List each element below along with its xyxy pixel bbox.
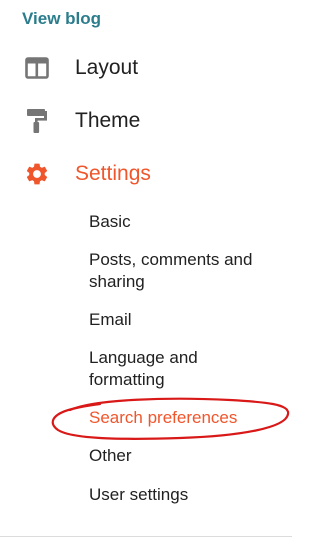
submenu-item-email[interactable]: Email xyxy=(89,309,132,331)
divider xyxy=(0,536,292,537)
submenu-item-label-line1: Posts, comments and xyxy=(89,250,253,269)
nav-item-settings[interactable]: Settings xyxy=(0,154,292,194)
submenu-item-posts-comments-sharing[interactable]: Posts, comments and sharing xyxy=(89,249,252,293)
view-blog-link[interactable]: View blog xyxy=(22,9,101,29)
submenu-item-basic[interactable]: Basic xyxy=(89,211,131,233)
gear-icon xyxy=(24,161,50,187)
submenu-item-language-formatting[interactable]: Language and formatting xyxy=(89,347,198,391)
submenu-item-label-line1: Language and xyxy=(89,348,198,367)
submenu-item-search-preferences[interactable]: Search preferences xyxy=(89,407,237,429)
paint-roller-icon xyxy=(24,108,50,134)
nav-label-settings: Settings xyxy=(75,162,151,185)
nav-item-layout[interactable]: Layout xyxy=(0,48,292,88)
submenu-item-user-settings[interactable]: User settings xyxy=(89,484,188,506)
submenu-item-label-line2: formatting xyxy=(89,370,165,389)
layout-icon xyxy=(24,55,50,81)
nav-item-theme[interactable]: Theme xyxy=(0,101,292,141)
nav-label-theme: Theme xyxy=(75,109,141,132)
submenu-item-other[interactable]: Other xyxy=(89,445,132,467)
nav-label-layout: Layout xyxy=(75,56,139,79)
submenu-item-label-line2: sharing xyxy=(89,272,145,291)
